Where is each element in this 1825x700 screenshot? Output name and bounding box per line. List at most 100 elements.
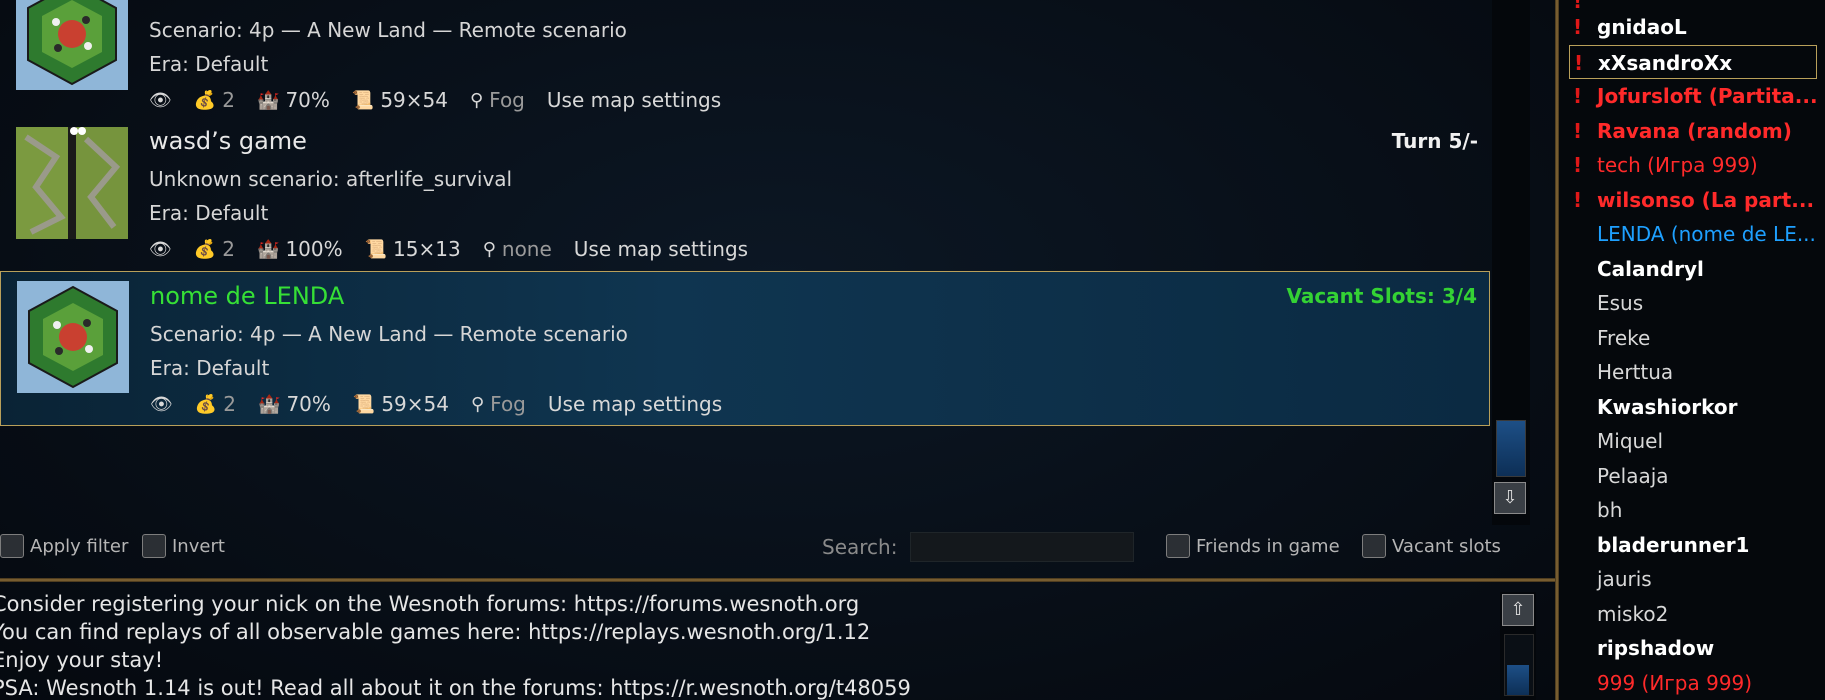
user-entry[interactable]: ! Jofursloft (Partita... xyxy=(1569,79,1817,113)
map-size: 59×54 xyxy=(381,392,449,416)
user-name: tech (Игра 999) xyxy=(1597,153,1758,177)
user-name: wilsonso (La part... xyxy=(1597,187,1815,212)
alert-icon: ! xyxy=(1573,153,1583,177)
user-entry[interactable]: Kwashiorkor xyxy=(1569,390,1817,424)
user-name: Kwashiorkor xyxy=(1597,394,1738,419)
game-info-row: 👁 💰 2 🏰 100% 📜 15×13 ⚲ none Use map sett… xyxy=(149,237,748,261)
game-status: Turn 5/- xyxy=(1391,129,1478,153)
user-name: misko2 xyxy=(1597,601,1669,626)
games-scroll-thumb[interactable] xyxy=(1496,420,1526,477)
user-list[interactable]: ! ! gnidaoL! xXsandroXx ! Jofursloft (Partit… xyxy=(1559,0,1825,700)
user-name: Herttua xyxy=(1597,360,1674,384)
user-entry[interactable]: Herttua xyxy=(1569,355,1817,389)
down-arrow-icon[interactable]: ⇩ xyxy=(1494,482,1526,514)
chat-scroll-thumb[interactable] xyxy=(1507,665,1529,695)
alert-icon: ! xyxy=(1574,50,1584,75)
panel-divider xyxy=(0,578,1555,582)
user-entry-selected[interactable]: ! xXsandroXx xyxy=(1569,44,1817,79)
time-setting: Fog xyxy=(489,88,525,112)
vacant-slots-checkbox[interactable] xyxy=(1362,534,1386,558)
game-entry[interactable]: Scenario: 4p — A New Land — Remote scena… xyxy=(0,0,1490,126)
map-settings: Use map settings xyxy=(546,88,722,112)
alert-icon: ! xyxy=(1573,187,1583,212)
map-thumbnail xyxy=(17,281,129,393)
chat-line: PSA: Wesnoth 1.14 is out! Read all about… xyxy=(0,676,911,700)
user-entry[interactable]: Calandryl xyxy=(1569,252,1817,286)
user-entry[interactable]: ! gnidaoL xyxy=(1569,10,1817,44)
game-entry-selected[interactable]: nome de LENDA Vacant Slots: 3/4 Scenario… xyxy=(0,271,1490,426)
scroll-map-icon: 📜 xyxy=(352,393,376,415)
user-entry[interactable]: bh xyxy=(1569,493,1817,527)
players-count: 2 xyxy=(222,88,236,112)
castle-icon: 🏰 xyxy=(258,393,281,415)
user-entry[interactable]: Freke xyxy=(1569,321,1817,355)
user-entry[interactable]: ! wilsonso (La part... xyxy=(1569,183,1817,217)
gold-coins-icon: 💰 xyxy=(193,89,217,111)
user-entry[interactable]: misko2 xyxy=(1569,597,1817,631)
user-entry[interactable]: ! tech (Игра 999) xyxy=(1569,148,1817,182)
user-entry[interactable]: jauris xyxy=(1569,562,1817,596)
user-name: Pelaaja xyxy=(1597,463,1669,488)
game-scenario: Scenario: 4p — A New Land — Remote scena… xyxy=(149,18,627,42)
torch-icon: ⚲ xyxy=(469,89,484,111)
chat-scrollbar[interactable]: ⇧ xyxy=(1500,592,1536,700)
user-name: Freke xyxy=(1597,325,1651,350)
user-name: xXsandroXx xyxy=(1598,50,1733,75)
players-count: 2 xyxy=(223,392,237,416)
map-thumbnail xyxy=(16,0,128,90)
user-entry[interactable]: Pelaaja xyxy=(1569,459,1817,493)
user-entry[interactable]: bladerunner1 xyxy=(1569,528,1817,562)
games-list[interactable]: Scenario: 4p — A New Land — Remote scena… xyxy=(0,0,1492,430)
eye-icon: 👁 xyxy=(150,393,173,415)
games-scrollbar[interactable]: ⇩ xyxy=(1492,0,1530,525)
user-entry[interactable]: 999 (Игра 999) xyxy=(1569,666,1817,700)
user-name: Miquel xyxy=(1597,429,1664,453)
gold-coins-icon: 💰 xyxy=(193,238,217,260)
vacant-slots-label: Vacant slots xyxy=(1392,536,1501,557)
user-entry[interactable]: Miquel xyxy=(1569,424,1817,458)
invert-checkbox[interactable] xyxy=(142,534,166,558)
alert-icon: ! xyxy=(1573,15,1583,39)
village-gold: 100% xyxy=(285,237,343,261)
game-entry[interactable]: wasd’s game Turn 5/- Unknown scenario: a… xyxy=(0,117,1490,275)
players-count: 2 xyxy=(222,237,236,261)
search-label: Search: xyxy=(822,535,898,559)
user-name: ripshadow xyxy=(1597,636,1715,660)
user-name: bh xyxy=(1597,498,1623,522)
game-era: Era: Default xyxy=(149,52,269,76)
user-entry[interactable]: ! Ravana (random) xyxy=(1569,114,1817,148)
gold-coins-icon: 💰 xyxy=(194,393,218,415)
game-scenario: Unknown scenario: afterlife_survival xyxy=(149,167,513,191)
user-name: Calandryl xyxy=(1597,256,1704,281)
apply-filter-checkbox[interactable] xyxy=(0,534,24,558)
user-name: Ravana (random) xyxy=(1597,118,1792,143)
user-name: Esus xyxy=(1597,291,1644,315)
user-name: LENDA (nome de LE... xyxy=(1597,222,1816,246)
chat-scroll-track[interactable] xyxy=(1504,634,1534,696)
game-era: Era: Default xyxy=(149,201,269,225)
filter-bar: Apply filter Invert Search: Friends in g… xyxy=(0,530,1520,565)
user-entry[interactable]: LENDA (nome de LE... xyxy=(1569,217,1817,251)
user-entry[interactable]: Esus xyxy=(1569,286,1817,320)
user-entry[interactable]: ripshadow xyxy=(1569,631,1817,665)
map-size: 15×13 xyxy=(393,237,461,261)
torch-icon: ⚲ xyxy=(470,393,485,415)
user-name: gnidaoL xyxy=(1597,15,1687,39)
castle-icon: 🏰 xyxy=(257,238,280,260)
eye-icon: 👁 xyxy=(149,238,172,260)
torch-icon: ⚲ xyxy=(482,238,496,260)
up-arrow-icon[interactable]: ⇧ xyxy=(1502,594,1534,626)
chat-line: You can find replays of all observable g… xyxy=(0,620,871,644)
user-name: 999 (Игра 999) xyxy=(1597,670,1753,695)
chat-log: Consider registering your nick on the We… xyxy=(0,590,1490,700)
village-gold: 70% xyxy=(285,88,330,112)
alert-icon: ! xyxy=(1573,84,1583,108)
village-gold: 70% xyxy=(286,392,331,416)
invert-label: Invert xyxy=(172,536,225,557)
search-input[interactable] xyxy=(910,532,1134,562)
game-info-row: 👁 💰 2 🏰 70% 📜 59×54 ⚲ Fog Use map settin… xyxy=(150,392,722,416)
game-lobby-main: Scenario: 4p — A New Land — Remote scena… xyxy=(0,0,1555,700)
friends-in-game-checkbox[interactable] xyxy=(1166,534,1190,558)
chat-line: Enjoy your stay! xyxy=(0,648,164,672)
eye-icon: 👁 xyxy=(149,89,172,111)
